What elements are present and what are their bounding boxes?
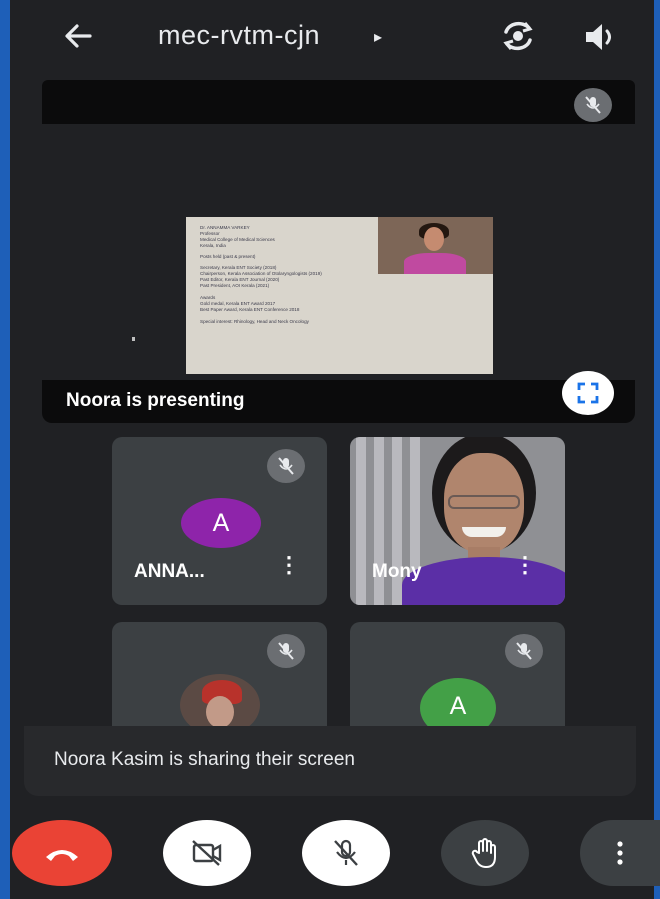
slide-photo [378,217,493,274]
screen-share-text: Noora Kasim is sharing their screen [54,749,355,770]
participant-more-button[interactable]: ⋮ [514,554,536,576]
window-edge-left [0,0,10,899]
shared-screen-area: Dr. ANNAMMA VARKEY Professor Medical Col… [42,124,635,380]
top-bar: mec-rvtm-cjn ▸ [10,0,654,75]
mic-toggle-button[interactable] [302,820,390,886]
presentation-top-strip [42,80,635,124]
window-edge-right [654,0,660,899]
cursor-dot [132,337,135,341]
presentation-panel[interactable]: Dr. ANNAMMA VARKEY Professor Medical Col… [42,80,635,423]
presenter-mic-muted-badge [574,88,612,122]
camera-toggle-button[interactable] [163,820,251,886]
meeting-code[interactable]: mec-rvtm-cjn [158,20,320,51]
fullscreen-icon [577,382,599,404]
arrow-left-icon [65,24,92,48]
switch-camera-icon [503,21,533,51]
presenting-label: Noora is presenting [66,390,245,411]
avatar: A [181,498,261,548]
end-call-button[interactable] [12,820,112,886]
participant-tile[interactable]: A [350,622,565,726]
raise-hand-icon [471,838,496,868]
participant-mic-muted-badge [505,634,543,668]
shared-slide: Dr. ANNAMMA VARKEY Professor Medical Col… [186,217,493,374]
participant-tile[interactable]: Mony ⋮ [350,437,565,605]
mic-off-icon [278,642,294,660]
raise-hand-button[interactable] [441,820,529,886]
speaker-button[interactable] [582,20,622,54]
meeting-details-caret-icon[interactable]: ▸ [374,27,382,47]
participant-tile[interactable]: A ANNA... ⋮ [112,437,327,605]
switch-camera-button[interactable] [498,18,538,54]
camera-off-icon [192,840,222,866]
participant-more-button[interactable]: ⋮ [278,554,300,576]
mic-off-icon [278,457,294,475]
mic-off-icon [585,96,601,114]
more-vert-icon [617,841,623,865]
more-options-button[interactable] [580,820,660,886]
participant-name: Mony [372,561,422,582]
fullscreen-button[interactable] [562,371,614,415]
mic-off-icon [334,839,358,866]
back-button[interactable] [60,18,96,54]
presentation-label-bar: Noora is presenting [42,380,635,423]
mic-off-icon [516,642,532,660]
avatar [180,674,260,726]
call-controls [0,810,660,899]
participant-mic-muted-badge [267,634,305,668]
participant-name: ANNA... [134,561,205,582]
participant-tile[interactable] [112,622,327,726]
speaker-icon [586,24,611,50]
avatar: A [420,678,496,726]
participant-mic-muted-badge [267,449,305,483]
hang-up-icon [46,850,78,861]
screen-share-banner: Noora Kasim is sharing their screen [24,726,636,796]
